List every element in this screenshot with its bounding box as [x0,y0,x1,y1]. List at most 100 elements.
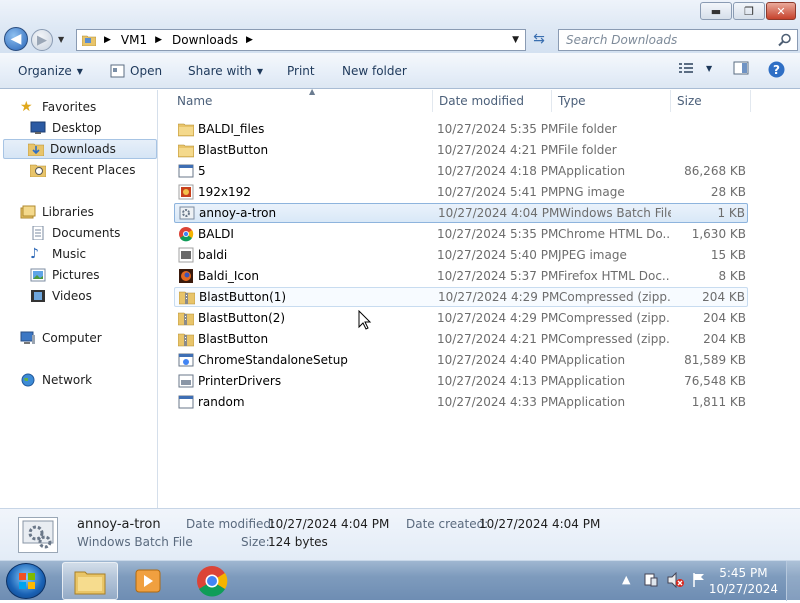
change-view-button[interactable]: ▼ [678,61,712,75]
new-folder-button[interactable]: New folder [342,64,407,78]
breadcrumb-item-vm1[interactable]: VM1 [121,33,147,47]
breadcrumb-separator-icon[interactable]: ▶ [155,35,162,45]
chevron-down-icon: ▼ [706,63,713,73]
sidebar-item-videos[interactable]: Videos [27,286,92,306]
file-row[interactable]: BlastButton(2) 10/27/2024 4:29 PM Compress… [174,308,748,328]
preview-pane-button[interactable] [733,61,749,75]
file-name: BlastButton [198,332,269,346]
volume-muted-icon[interactable] [667,572,685,588]
sidebar-item-label: Network [42,373,93,387]
file-list: Name ▲ Date modified Type Size BALDI_file… [160,87,800,508]
search-input[interactable]: Search Downloads [558,29,798,51]
file-row[interactable]: annoy-a-tron 10/27/2024 4:04 PM Windows Ba… [174,203,748,223]
address-history-dropdown-icon[interactable]: ▼ [512,35,519,45]
taskbar-chrome[interactable] [184,562,240,600]
details-date-modified-value: 10/27/2024 4:04 PM [268,517,390,531]
help-button[interactable]: ? [768,61,785,78]
file-row[interactable]: BlastButton(1) 10/27/2024 4:29 PM Compress… [174,287,748,307]
recent-pages-dropdown-icon[interactable]: ▼ [58,35,64,44]
column-header-date-modified[interactable]: Date modified [433,90,552,112]
action-center-icon[interactable] [643,572,659,588]
close-button[interactable]: ✕ [766,2,796,20]
file-size: 15 KB [710,248,746,262]
details-date-created-label: Date created: [406,517,489,531]
file-row[interactable]: 5 10/27/2024 4:18 PM Application 86,268 KB [174,161,748,181]
show-desktop-button[interactable] [786,561,800,601]
file-row[interactable]: BlastButton 10/27/2024 4:21 PM Compressed … [174,329,748,349]
file-type: Windows Batch File [559,206,671,220]
print-button[interactable]: Print [287,64,315,78]
file-row[interactable]: PrinterDrivers 10/27/2024 4:13 PM Applicat… [174,371,748,391]
sidebar-item-desktop[interactable]: Desktop [27,118,102,138]
refresh-icon[interactable]: ⇆ [528,31,550,49]
file-row[interactable]: BlastButton 10/27/2024 4:21 PM File folder [174,140,748,160]
column-header-label: Size [677,94,702,108]
file-row[interactable]: BALDI 10/27/2024 5:35 PM Chrome HTML Do...… [174,224,748,244]
address-bar[interactable]: ▶ VM1 ▶ Downloads ▶ ▼ [76,29,526,51]
column-header-label: Date modified [439,94,525,108]
file-date-modified: 10/27/2024 4:40 PM [437,353,559,367]
taskbar-media-player[interactable] [120,562,176,600]
file-row[interactable]: random 10/27/2024 4:33 PM Application 1,811… [174,392,748,412]
file-size: 28 KB [710,185,746,199]
sidebar-item-network[interactable]: Network [17,370,92,390]
clock[interactable]: 5:45 PM 10/27/2024 [709,565,778,597]
folder-icon [178,144,194,158]
column-header-size[interactable]: Size [671,90,751,112]
file-size: 1,811 KB [691,395,746,409]
command-bar: Organize ▼ Open Share with ▼ Print New fol… [0,53,800,89]
file-row[interactable]: BALDI_files 10/27/2024 5:35 PM File folder [174,119,748,139]
sidebar-item-pictures[interactable]: Pictures [27,265,100,285]
chevron-down-icon: ▼ [256,66,264,76]
file-date-modified: 10/27/2024 4:29 PM [438,290,560,304]
breadcrumb-separator-icon[interactable]: ▶ [104,35,111,45]
start-button[interactable] [6,563,46,599]
sidebar-item-libraries[interactable]: Libraries [17,202,94,222]
sidebar-item-recent-places[interactable]: Recent Places [27,160,135,180]
file-size: 204 KB [702,290,745,304]
network-status-icon[interactable] [691,572,707,588]
folder-location-icon [82,35,96,46]
sidebar-item-documents[interactable]: Documents [27,223,120,243]
file-row[interactable]: ChromeStandaloneSetup 10/27/2024 4:40 PM A… [174,350,748,370]
sidebar-item-downloads[interactable]: Downloads [3,139,157,159]
file-row[interactable]: baldi 10/27/2024 5:40 PM JPEG image 15 KB [174,245,748,265]
file-name: baldi [198,248,228,262]
sidebar-item-label: Libraries [42,205,94,219]
back-button[interactable]: ◀ [4,27,28,51]
details-date-modified-label: Date modified: [186,517,276,531]
taskbar-file-explorer[interactable] [62,562,118,600]
star-icon: ★ [20,99,33,115]
file-date-modified: 10/27/2024 4:21 PM [437,143,559,157]
file-size: 1,630 KB [691,227,746,241]
forward-button[interactable]: ▶ [31,29,53,51]
search-icon[interactable] [778,33,792,47]
show-hidden-icons-icon[interactable]: ▲ [622,573,630,586]
column-header-name[interactable]: Name ▲ [171,87,433,112]
minimize-button[interactable]: ▬ [700,2,732,20]
chrome-icon [197,566,228,597]
maximize-button[interactable]: ❐ [733,2,765,20]
file-name: BlastButton(2) [198,311,286,325]
new-folder-label: New folder [342,64,407,78]
breadcrumb-separator-icon[interactable]: ▶ [246,35,253,45]
sidebar-item-music[interactable]: ♪ Music [27,244,86,264]
column-header-type[interactable]: Type [552,90,671,112]
file-type: Application [558,353,626,367]
file-row[interactable]: Baldi_Icon 10/27/2024 5:37 PM Firefox HTML… [174,266,748,286]
share-with-button[interactable]: Share with ▼ [188,64,263,78]
breadcrumb-item-downloads[interactable]: Downloads [172,33,238,47]
file-name: Baldi_Icon [198,269,259,283]
sidebar-item-computer[interactable]: Computer [17,328,102,348]
column-header-label: Type [558,94,586,108]
breadcrumb: ▶ VM1 ▶ Downloads ▶ [96,33,263,47]
open-button[interactable]: Open [110,64,162,78]
sidebar-item-favorites[interactable]: ★ Favorites [17,97,96,117]
open-icon [110,64,125,78]
organize-button[interactable]: Organize ▼ [18,64,83,78]
file-row[interactable]: 192x192 10/27/2024 5:41 PM PNG image 28 KB [174,182,748,202]
details-view-icon [679,63,693,73]
file-name: 192x192 [198,185,251,199]
help-icon: ? [768,61,785,78]
printer-app-icon [178,374,194,388]
